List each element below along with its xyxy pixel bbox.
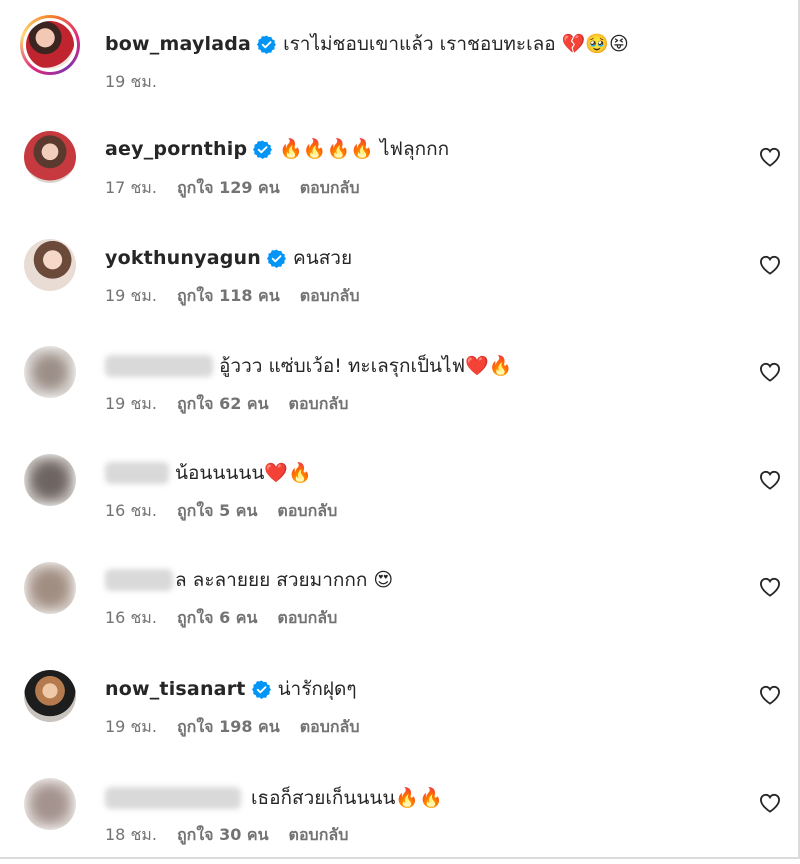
like-count[interactable]: ถูกใจ 30 คน bbox=[177, 823, 269, 848]
comment-item: ล ละลายยย สวยมากกก 😍 16 ชม. ถูกใจ 6 คน ต… bbox=[0, 540, 800, 648]
heart-outline-icon[interactable] bbox=[759, 685, 781, 705]
comment-item: น้อนนนนน❤️🔥 16 ชม. ถูกใจ 5 คน ตอบกลับ bbox=[0, 432, 800, 540]
heart-outline-icon[interactable] bbox=[759, 577, 781, 597]
comment-meta: 18 ชม. ถูกใจ 30 คน ตอบกลับ bbox=[105, 824, 348, 846]
avatar[interactable] bbox=[24, 239, 76, 291]
reply-button[interactable]: ตอบกลับ bbox=[289, 392, 349, 417]
heart-outline-icon[interactable] bbox=[759, 255, 781, 275]
avatar[interactable] bbox=[24, 131, 76, 183]
heart-outline-icon[interactable] bbox=[759, 793, 781, 813]
comment-item: yokthunyagun คนสวย 19 ชม. ถูกใจ 118 คน ต… bbox=[0, 216, 800, 324]
like-count[interactable]: ถูกใจ 6 คน bbox=[177, 606, 257, 631]
heart-outline-icon[interactable] bbox=[759, 470, 781, 490]
comment-line: น้อนนนนน❤️🔥 bbox=[105, 459, 312, 487]
comment-text: เธอก็สวยเก็นนนน🔥🔥 bbox=[251, 787, 443, 809]
comment-time[interactable]: 19 ชม. bbox=[105, 70, 157, 95]
hidden-username[interactable] bbox=[105, 462, 169, 484]
verified-badge-icon bbox=[267, 248, 286, 268]
comment-meta: 19 ชม. ถูกใจ 118 คน ตอบกลับ bbox=[105, 285, 360, 307]
comment-text: อู้ววว แซ่บเว้อ! ทะเลรุกเป็นไฟ❤️🔥 bbox=[219, 355, 513, 377]
comment-time[interactable]: 19 ชม. bbox=[105, 284, 157, 309]
like-count[interactable]: ถูกใจ 62 คน bbox=[177, 392, 269, 417]
verified-badge-icon bbox=[257, 34, 277, 54]
reply-button[interactable]: ตอบกลับ bbox=[300, 176, 360, 201]
hidden-username[interactable] bbox=[105, 787, 241, 809]
like-count[interactable]: ถูกใจ 5 คน bbox=[177, 499, 257, 524]
like-count[interactable]: ถูกใจ 118 คน bbox=[177, 284, 280, 309]
avatar[interactable] bbox=[24, 454, 76, 506]
comment-item: aey_pornthip 🔥🔥🔥🔥 ไฟลุกกก 17 ชม. ถูกใจ 1… bbox=[0, 108, 800, 216]
comment-text: ล ละลายยย สวยมากกก 😍 bbox=[175, 569, 394, 591]
hidden-username[interactable] bbox=[105, 569, 173, 591]
username[interactable]: yokthunyagun bbox=[105, 247, 261, 269]
heart-outline-icon[interactable] bbox=[759, 362, 781, 382]
comment-time[interactable]: 16 ชม. bbox=[105, 499, 157, 524]
comment-text: คนสวย bbox=[293, 247, 353, 269]
comment-line: yokthunyagun คนสวย bbox=[105, 244, 352, 272]
comment-line: เธอก็สวยเก็นนนน🔥🔥 bbox=[105, 784, 443, 812]
avatar[interactable] bbox=[24, 670, 76, 722]
reply-button[interactable]: ตอบกลับ bbox=[300, 284, 360, 309]
username[interactable]: bow_maylada bbox=[105, 33, 251, 55]
hidden-username[interactable] bbox=[105, 355, 213, 377]
comment-text: น่ารักฝุดๆ bbox=[277, 678, 357, 700]
verified-badge-icon bbox=[253, 139, 273, 159]
username[interactable]: aey_pornthip bbox=[105, 138, 247, 160]
comment-time[interactable]: 19 ชม. bbox=[105, 715, 157, 740]
comment-item: อู้ววว แซ่บเว้อ! ทะเลรุกเป็นไฟ❤️🔥 19 ชม.… bbox=[0, 324, 800, 432]
like-count[interactable]: ถูกใจ 129 คน bbox=[177, 176, 280, 201]
comment-meta: 19 ชม. ถูกใจ 62 คน ตอบกลับ bbox=[105, 393, 348, 415]
like-count[interactable]: ถูกใจ 198 คน bbox=[177, 715, 280, 740]
comment-meta: 16 ชม. ถูกใจ 6 คน ตอบกลับ bbox=[105, 607, 337, 629]
comment-text: เราไม่ชอบเขาแล้ว เราชอบทะเลอ 💔🥹😝 bbox=[283, 33, 629, 55]
comment-time[interactable]: 18 ชม. bbox=[105, 823, 157, 848]
avatar[interactable] bbox=[24, 562, 76, 614]
comment-meta: 19 ชม. bbox=[105, 71, 177, 93]
verified-badge-icon bbox=[251, 679, 271, 699]
comment-time[interactable]: 16 ชม. bbox=[105, 606, 157, 631]
comment-item: bow_maylada เราไม่ชอบเขาแล้ว เราชอบทะเลอ… bbox=[0, 0, 800, 108]
username[interactable]: now_tisanart bbox=[105, 678, 246, 700]
comment-line: aey_pornthip 🔥🔥🔥🔥 ไฟลุกกก bbox=[105, 135, 449, 163]
heart-outline-icon[interactable] bbox=[759, 147, 781, 167]
comment-text: น้อนนนนน❤️🔥 bbox=[175, 462, 312, 484]
comment-line: bow_maylada เราไม่ชอบเขาแล้ว เราชอบทะเลอ… bbox=[105, 30, 629, 58]
avatar[interactable] bbox=[20, 15, 80, 75]
comment-meta: 16 ชม. ถูกใจ 5 คน ตอบกลับ bbox=[105, 500, 337, 522]
comment-item: now_tisanart น่ารักฝุดๆ 19 ชม. ถูกใจ 198… bbox=[0, 648, 800, 756]
comment-time[interactable]: 19 ชม. bbox=[105, 392, 157, 417]
comment-line: ล ละลายยย สวยมากกก 😍 bbox=[105, 566, 393, 594]
reply-button[interactable]: ตอบกลับ bbox=[277, 606, 337, 631]
comment-meta: 19 ชม. ถูกใจ 198 คน ตอบกลับ bbox=[105, 716, 360, 738]
reply-button[interactable]: ตอบกลับ bbox=[289, 823, 349, 848]
reply-button[interactable]: ตอบกลับ bbox=[277, 499, 337, 524]
comment-item: เธอก็สวยเก็นนนน🔥🔥 18 ชม. ถูกใจ 30 คน ตอบ… bbox=[0, 756, 800, 864]
comment-meta: 17 ชม. ถูกใจ 129 คน ตอบกลับ bbox=[105, 177, 360, 199]
avatar[interactable] bbox=[24, 346, 76, 398]
comment-time[interactable]: 17 ชม. bbox=[105, 176, 157, 201]
reply-button[interactable]: ตอบกลับ bbox=[300, 715, 360, 740]
comment-text: 🔥🔥🔥🔥 ไฟลุกกก bbox=[279, 138, 450, 160]
comment-line: อู้ววว แซ่บเว้อ! ทะเลรุกเป็นไฟ❤️🔥 bbox=[105, 352, 512, 380]
avatar[interactable] bbox=[24, 778, 76, 830]
comment-line: now_tisanart น่ารักฝุดๆ bbox=[105, 675, 357, 703]
